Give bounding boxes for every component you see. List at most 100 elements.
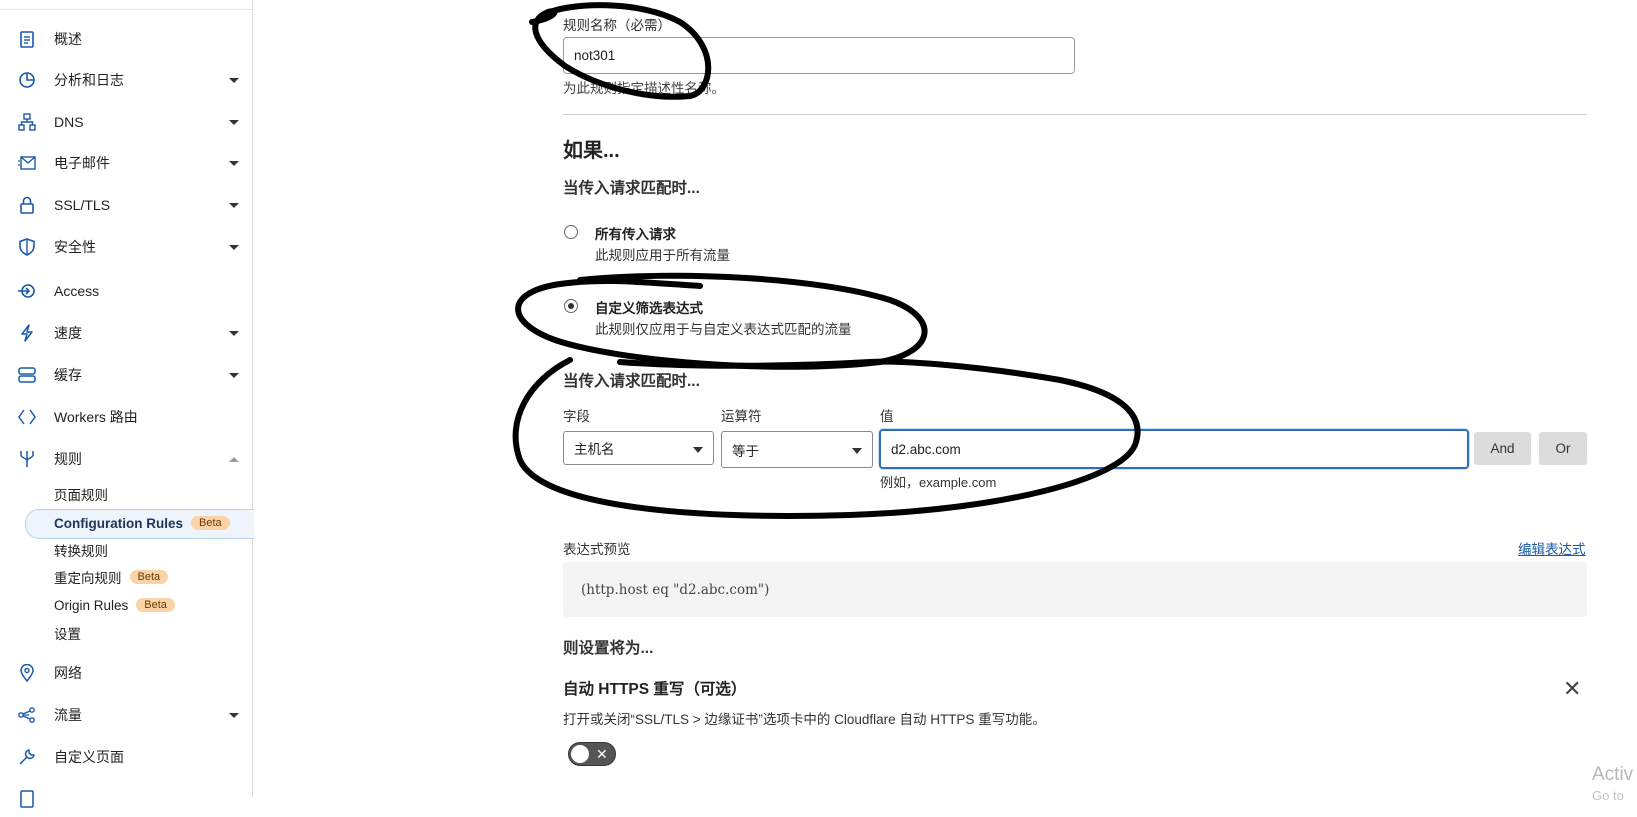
- field-label: 字段: [563, 409, 590, 424]
- sidebar-item-analytics[interactable]: 分析和日志: [0, 62, 252, 98]
- beta-badge: Beta: [129, 570, 169, 584]
- sidebar-item-cache[interactable]: 缓存: [0, 357, 252, 393]
- workers-icon: [17, 407, 37, 427]
- value-hint: 例如，example.com: [880, 475, 997, 490]
- email-icon: [17, 153, 37, 173]
- sidebar-item-label: 规则: [54, 451, 82, 467]
- lock-icon: [17, 195, 37, 215]
- when-heading-2: 当传入请求匹配时...: [563, 373, 700, 390]
- sidebar-item-label: 自定义页面: [54, 749, 124, 765]
- sidebar-item-rules[interactable]: 规则: [0, 441, 252, 477]
- chevron-down-icon[interactable]: [229, 372, 239, 378]
- access-arrow-icon: [17, 281, 37, 301]
- and-button[interactable]: And: [1474, 432, 1531, 465]
- sidebar-item-label: 网络: [54, 665, 82, 681]
- sidebar-item-label: 概述: [54, 31, 82, 47]
- subitem-label: 重定向规则: [54, 571, 122, 586]
- sidebar-subitem-transform-rules[interactable]: 转换规则: [54, 538, 108, 562]
- section-divider: [563, 114, 1587, 115]
- traffic-nodes-icon: [17, 705, 37, 725]
- rule-name-input[interactable]: not301: [563, 37, 1075, 74]
- if-heading: 如果...: [563, 140, 620, 162]
- chevron-down-icon[interactable]: [229, 160, 239, 166]
- expression-preview: (http.host eq "d2.abc.com"): [563, 562, 1587, 617]
- beta-badge: Beta: [136, 598, 175, 612]
- sidebar-item-label: SSL/TLS: [54, 197, 111, 213]
- or-button[interactable]: Or: [1539, 432, 1587, 465]
- clipboard-icon: [17, 29, 37, 49]
- subitem-label: Configuration Rules: [54, 515, 183, 531]
- chevron-down-icon[interactable]: [229, 119, 239, 125]
- sidebar-item-more[interactable]: [0, 781, 252, 817]
- radio-all-requests[interactable]: [564, 225, 578, 239]
- close-icon[interactable]: ✕: [1563, 678, 1581, 700]
- sidebar-subitem-settings[interactable]: 设置: [54, 621, 81, 645]
- sidebar-item-label: 缓存: [54, 367, 82, 383]
- sidebar-item-security[interactable]: 安全性: [0, 229, 252, 265]
- expression-preview-label: 表达式预览: [563, 542, 631, 557]
- toggle-knob: [571, 745, 589, 763]
- option-all-desc: 此规则应用于所有流量: [595, 248, 730, 263]
- server-stack-icon: [17, 365, 37, 385]
- edit-expression-link[interactable]: 编辑表达式: [1518, 538, 1586, 558]
- subitem-label: 设置: [54, 627, 81, 642]
- sidebar-subitem-page-rules[interactable]: 页面规则: [54, 482, 108, 506]
- sidebar-item-email[interactable]: 电子邮件: [0, 145, 252, 181]
- sidebar-item-dns[interactable]: DNS: [0, 104, 252, 140]
- chevron-up-icon[interactable]: [229, 456, 239, 462]
- sidebar-subitem-redirect-rules[interactable]: 重定向规则 Beta: [54, 565, 169, 589]
- sidebar-subitem-configuration-rules[interactable]: Configuration Rules Beta: [54, 511, 230, 535]
- radio-custom-expression[interactable]: [564, 299, 578, 313]
- sidebar-item-label: Workers 路由: [54, 409, 138, 425]
- sidebar-item-access[interactable]: Access: [0, 273, 252, 309]
- option-all-title: 所有传入请求: [595, 227, 676, 242]
- wrench-icon: [17, 747, 37, 767]
- rule-name-label: 规则名称（必需）: [563, 18, 671, 33]
- auto-https-toggle[interactable]: ✕: [568, 742, 616, 766]
- sidebar-item-network[interactable]: 网络: [0, 655, 252, 691]
- chevron-down-icon[interactable]: [229, 202, 239, 208]
- sidebar-item-label: DNS: [54, 114, 84, 130]
- sidebar: 概述 分析和日志 DNS 电子邮件 SSL/TLS 安全性 Access 速度 …: [0, 0, 254, 808]
- subitem-label: 页面规则: [54, 488, 108, 503]
- fork-icon: [17, 449, 37, 469]
- activation-watermark: Activ: [1592, 764, 1634, 785]
- then-heading: 则设置将为...: [563, 640, 654, 657]
- when-heading: 当传入请求匹配时...: [563, 180, 700, 197]
- sidebar-item-label: 分析和日志: [54, 72, 124, 88]
- location-pin-icon: [17, 663, 37, 683]
- subitem-label: 转换规则: [54, 544, 108, 559]
- sidebar-item-custom-pages[interactable]: 自定义页面: [0, 739, 252, 775]
- value-input[interactable]: d2.abc.com: [879, 429, 1469, 469]
- sidebar-item-overview[interactable]: 概述: [0, 21, 252, 57]
- chevron-down-icon: [693, 447, 703, 453]
- field-select[interactable]: 主机名: [563, 431, 714, 465]
- shield-icon: [17, 237, 37, 257]
- sidebar-item-ssl-tls[interactable]: SSL/TLS: [0, 187, 252, 223]
- chevron-down-icon: [852, 448, 862, 454]
- chevron-down-icon[interactable]: [229, 77, 239, 83]
- sidebar-item-workers-routes[interactable]: Workers 路由: [0, 399, 252, 435]
- sidebar-item-label: 电子邮件: [54, 155, 110, 171]
- sidebar-item-traffic[interactable]: 流量: [0, 697, 252, 733]
- option-custom-desc: 此规则仅应用于与自定义表达式匹配的流量: [595, 322, 852, 337]
- operator-select[interactable]: 等于: [721, 431, 873, 468]
- chevron-down-icon[interactable]: [229, 244, 239, 250]
- sidebar-item-label: 速度: [54, 325, 82, 341]
- sidebar-top-divider: [0, 9, 252, 10]
- auto-https-title: 自动 HTTPS 重写（可选）: [563, 681, 747, 698]
- chevron-down-icon[interactable]: [229, 712, 239, 718]
- rule-name-hint: 为此规则指定描述性名称。: [563, 81, 725, 96]
- close-icon: ✕: [596, 746, 608, 762]
- sidebar-item-speed[interactable]: 速度: [0, 315, 252, 351]
- chevron-down-icon[interactable]: [229, 330, 239, 336]
- auto-https-desc: 打开或关闭“SSL/TLS > 边缘证书”选项卡中的 Cloudflare 自动…: [563, 712, 1046, 727]
- field-select-value: 主机名: [574, 442, 615, 457]
- sidebar-item-label: 安全性: [54, 239, 96, 255]
- operator-label: 运算符: [721, 409, 762, 424]
- activation-watermark-sub: Go to: [1592, 788, 1624, 803]
- pie-chart-icon: [17, 70, 37, 90]
- network-tree-icon: [17, 112, 37, 132]
- sidebar-item-label: 流量: [54, 707, 82, 723]
- sidebar-subitem-origin-rules[interactable]: Origin Rules Beta: [54, 593, 175, 617]
